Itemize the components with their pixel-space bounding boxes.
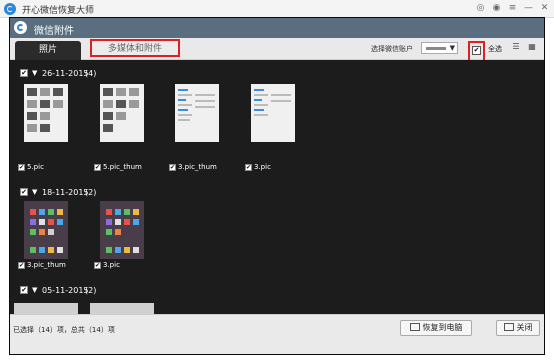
group-header: ✔ ▼ 26-11-2015 (4) [10, 66, 544, 82]
item-checkbox[interactable]: ✔ [18, 261, 25, 269]
group-date: 26-11-2015 [42, 69, 89, 78]
group-count: (2) [85, 188, 97, 197]
photo-item-label[interactable]: ✔ 3.pic_thum [18, 261, 66, 269]
app-title: 开心微信恢复大师 [22, 6, 95, 16]
item-checkbox[interactable]: ✔ [245, 163, 252, 171]
photo-item-label[interactable]: ✔ 3.pic [245, 163, 271, 171]
recover-to-pc-button[interactable]: 恢复到电脑 [400, 320, 472, 336]
window-controls: ◎ ◉ ≡ — ✕ [475, 2, 550, 14]
close-button[interactable]: 关闭 [496, 320, 540, 336]
group-header: ✔ ▼ 18-11-2015 (2) [10, 185, 544, 201]
group-checkbox[interactable]: ✔ [20, 69, 28, 77]
photo-thumbnail[interactable] [24, 201, 68, 259]
weibo-icon[interactable]: ◎ [475, 2, 486, 14]
group-checkbox[interactable]: ✔ [20, 188, 28, 196]
app-logo-icon [4, 3, 16, 15]
app-title-bar: 开心微信恢复大师 ◎ ◉ ≡ — ✕ [0, 0, 554, 18]
account-name-redacted [426, 47, 446, 50]
photo-thumbnail[interactable] [175, 84, 219, 142]
tab-photos[interactable]: 照片 [15, 41, 81, 60]
photo-thumbnail[interactable] [100, 84, 144, 142]
collapse-triangle-icon[interactable]: ▼ [32, 188, 37, 196]
grid-view-icon[interactable]: ▦ [527, 42, 537, 52]
photo-item-label[interactable]: ✔ 3.pic [94, 261, 120, 269]
item-checkbox[interactable]: ✔ [18, 163, 25, 171]
close-icon[interactable]: ✕ [539, 2, 550, 14]
group-date: 05-11-2015 [42, 286, 89, 295]
photo-thumbnail[interactable] [14, 303, 78, 314]
tab-bar: 照片 多媒体和附件 选择微信账户 ▼ ✔ 全选 ☰ ▦ [10, 38, 544, 63]
attachments-dialog: 微信附件 照片 多媒体和附件 选择微信账户 ▼ ✔ 全选 ☰ ▦ ✔ ▼ 26-… [9, 17, 545, 355]
group-header: ✔ ▼ 05-11-2015 (2) [10, 283, 544, 299]
select-all-checkbox[interactable]: ✔ [472, 46, 481, 55]
group-checkbox[interactable]: ✔ [20, 286, 28, 294]
photo-item-label[interactable]: ✔ 5.pic [18, 163, 44, 171]
bottom-bar: 已选择（14）项，总共（14）项 恢复到电脑 关闭 [10, 314, 544, 354]
minimize-icon[interactable]: — [523, 2, 534, 14]
group-count: (2) [85, 286, 97, 295]
dialog-title-bar: 微信附件 [10, 18, 544, 38]
group-date: 18-11-2015 [42, 188, 89, 197]
account-select[interactable]: ▼ [421, 42, 458, 54]
chevron-down-icon: ▼ [449, 44, 455, 52]
photo-thumbnail[interactable] [24, 84, 68, 142]
photo-item-label[interactable]: ✔ 3.pic_thum [169, 163, 217, 171]
selection-status: 已选择（14）项，总共（14）项 [13, 326, 115, 334]
menu-icon[interactable]: ≡ [507, 2, 518, 14]
tab-media-attachments[interactable]: 多媒体和附件 [90, 39, 180, 57]
photo-list[interactable]: ✔ ▼ 26-11-2015 (4) ✔ 5.pic ✔ 5.pic_thum … [10, 60, 544, 314]
account-label: 选择微信账户 [371, 45, 413, 53]
list-view-icon[interactable]: ☰ [511, 42, 521, 52]
dialog-logo-icon [14, 21, 27, 34]
collapse-triangle-icon[interactable]: ▼ [32, 286, 37, 294]
item-checkbox[interactable]: ✔ [94, 261, 101, 269]
computer-icon [409, 323, 420, 331]
select-all-label: 全选 [488, 45, 502, 53]
item-checkbox[interactable]: ✔ [169, 163, 176, 171]
group-count: (4) [85, 69, 97, 78]
photo-item-label[interactable]: ✔ 5.pic_thum [94, 163, 142, 171]
item-checkbox[interactable]: ✔ [94, 163, 101, 171]
exit-icon [503, 323, 514, 331]
photo-thumbnail[interactable] [100, 201, 144, 259]
photo-thumbnail[interactable] [90, 303, 154, 314]
photo-thumbnail[interactable] [251, 84, 295, 142]
collapse-triangle-icon[interactable]: ▼ [32, 69, 37, 77]
chat-icon[interactable]: ◉ [491, 2, 502, 14]
dialog-title: 微信附件 [34, 26, 74, 37]
